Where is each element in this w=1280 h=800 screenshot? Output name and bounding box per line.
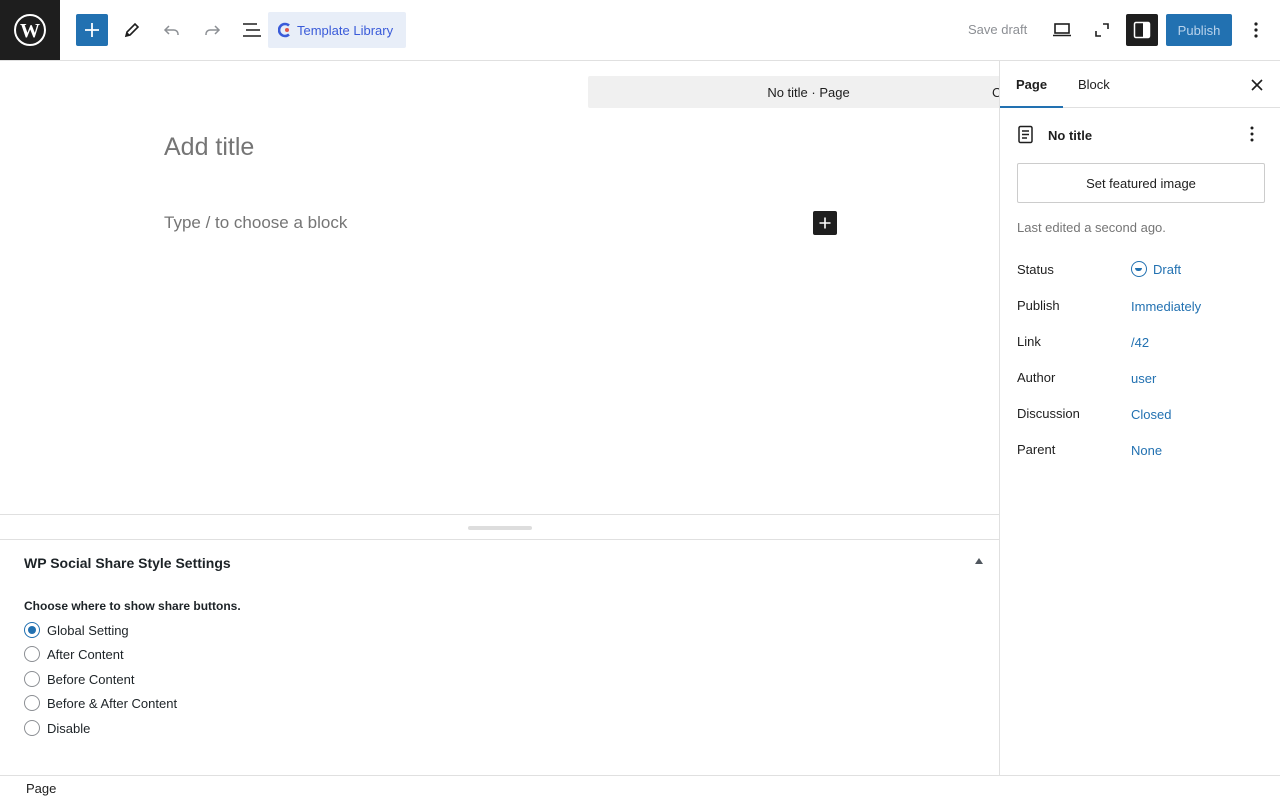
settings-sidebar-toggle[interactable] [1126,14,1158,46]
status-text: Draft [1153,261,1182,277]
radio-button[interactable] [24,646,40,662]
radio-label: After Content [47,646,124,662]
inline-block-inserter-button[interactable] [813,211,837,235]
page-icon [1018,125,1033,144]
more-options-button[interactable] [1240,14,1272,46]
more-options-icon [1254,22,1258,38]
status-label: Status [1017,262,1054,277]
document-summary: No title [1017,125,1267,145]
metabox-resize-strip [0,514,999,540]
tab-block[interactable]: Block [1062,61,1126,108]
editor-canvas: No title · Page C Add title Type / to ch… [0,61,999,514]
parent-label: Parent [1017,442,1056,457]
breadcrumb[interactable]: Page [26,781,56,796]
publish-label: Publish [1017,298,1060,313]
document-title: No title [1048,127,1093,143]
desktop-preview-icon [1053,23,1071,37]
close-icon [1251,79,1263,91]
template-library-label: Template Library [297,22,394,38]
document-title: No title · Page [767,84,850,100]
publish-date-value[interactable]: Immediately [1131,299,1201,314]
undo-button[interactable] [156,14,188,46]
radio-option-disable[interactable]: Disable [24,719,90,737]
radio-option-before-content[interactable]: Before Content [24,670,134,688]
radio-option-global-setting[interactable]: Global Setting [24,621,129,639]
editor-toolbar: W Template Library Save draft Publish [0,0,1280,61]
author-label: Author [1017,370,1056,385]
block-editor: W Template Library Save draft Publish No… [0,0,1280,800]
tools-button[interactable] [116,14,148,46]
metabox-prompt: Choose where to show share buttons. [24,599,241,613]
radio-button[interactable] [24,622,40,638]
collapse-arrow-icon[interactable] [975,558,983,564]
redo-button[interactable] [196,14,228,46]
resize-handle[interactable] [468,526,532,530]
radio-option-after-content[interactable]: After Content [24,645,124,663]
parent-value[interactable]: None [1131,443,1162,458]
status-value[interactable]: Draft [1131,261,1181,277]
redo-icon [205,25,221,35]
radio-button[interactable] [24,720,40,736]
radio-button[interactable] [24,671,40,687]
publish-button[interactable]: Publish [1166,14,1232,46]
draft-status-icon [1131,261,1147,277]
radio-label: Global Setting [47,622,129,638]
radio-option-before-after-content[interactable]: Before & After Content [24,694,177,712]
radio-button[interactable] [24,695,40,711]
plus-icon [85,23,99,37]
wordpress-logo-icon[interactable]: W [0,0,60,60]
tab-page[interactable]: Page [1000,61,1064,108]
sidebar-tabs: Page Block [1000,61,1280,108]
permalink-value[interactable]: /42 [1131,335,1149,350]
discussion-value[interactable]: Closed [1131,407,1171,422]
radio-label: Before & After Content [47,695,178,711]
link-label: Link [1017,334,1041,349]
document-actions-button[interactable] [1244,125,1260,148]
save-draft-button[interactable]: Save draft [960,14,1035,46]
settings-sidebar: Page Block No title Set featured image L… [999,61,1280,775]
svg-text:W: W [20,20,40,42]
discussion-label: Discussion [1017,406,1080,421]
close-sidebar-button[interactable] [1249,77,1265,93]
set-featured-image-button[interactable]: Set featured image [1017,163,1265,203]
more-options-icon [1250,126,1254,142]
radio-label: Before Content [47,671,135,687]
fullscreen-icon [1095,23,1109,37]
template-library-icon [278,22,290,38]
block-breadcrumb-bar: Page [0,775,1280,800]
document-overview-button[interactable] [236,14,268,46]
fullscreen-button[interactable] [1086,14,1118,46]
default-block-appender[interactable]: Type / to choose a block [164,213,347,233]
social-share-metabox: WP Social Share Style Settings Choose wh… [0,540,999,775]
last-edited-text: Last edited a second ago. [1017,220,1166,235]
sidebar-toggle-icon [1133,21,1151,39]
author-value[interactable]: user [1131,371,1156,386]
list-view-icon [243,23,261,37]
preview-button[interactable] [1046,14,1078,46]
undo-icon [163,25,179,35]
metabox-title[interactable]: WP Social Share Style Settings [24,555,231,571]
pencil-icon [124,22,140,38]
template-library-button[interactable]: Template Library [268,12,406,48]
block-inserter-button[interactable] [76,14,108,46]
post-title-input[interactable]: Add title [164,133,254,162]
command-shortcut: C [992,84,999,100]
plus-icon [819,217,831,229]
radio-label: Disable [47,720,91,736]
document-bar[interactable]: No title · Page C [588,76,999,108]
